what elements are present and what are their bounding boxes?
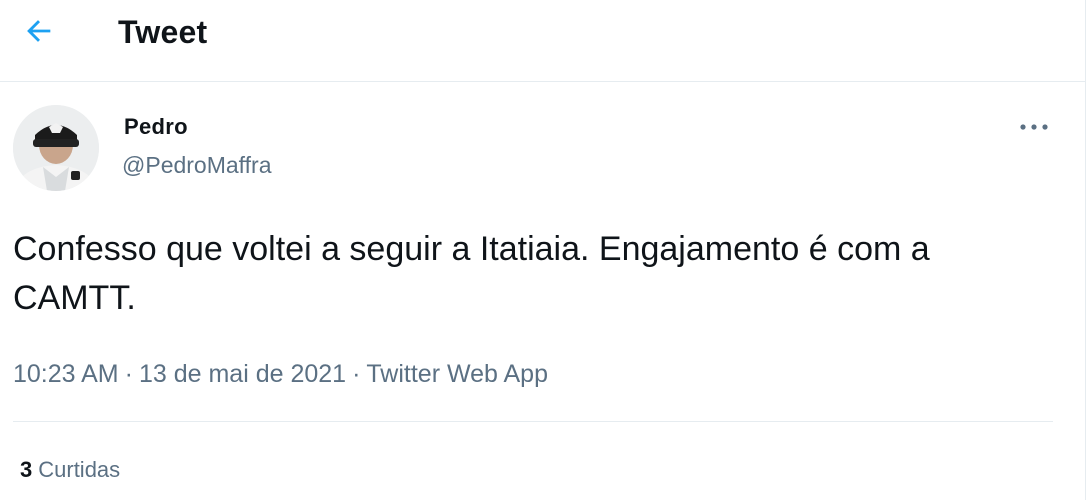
arrow-left-icon bbox=[22, 14, 56, 53]
tweet-date[interactable]: 13 de mai de 2021 bbox=[139, 360, 346, 388]
page-title: Tweet bbox=[118, 14, 208, 50]
more-options-button[interactable] bbox=[1014, 112, 1054, 142]
separator-dot: · bbox=[124, 360, 133, 388]
more-horizontal-icon bbox=[1019, 118, 1049, 136]
divider bbox=[13, 421, 1053, 422]
likes-count: 3 bbox=[20, 457, 33, 482]
tweet-source[interactable]: Twitter Web App bbox=[366, 360, 548, 388]
tweet-text: Confesso que voltei a seguir a Itatiaia.… bbox=[13, 230, 930, 317]
likes-label: Curtidas bbox=[38, 457, 121, 482]
avatar[interactable] bbox=[13, 105, 99, 191]
author-name[interactable]: Pedro bbox=[124, 114, 188, 140]
page-header: Tweet bbox=[0, 0, 1085, 82]
separator-dot: · bbox=[352, 360, 361, 388]
tweet-time[interactable]: 10:23 AM bbox=[13, 360, 119, 388]
tweet-metadata: 10:23 AM · 13 de mai de 2021 · Twitter Web A… bbox=[13, 359, 548, 389]
author-handle[interactable]: @PedroMaffra bbox=[122, 151, 272, 179]
back-button[interactable] bbox=[18, 12, 60, 54]
likes-stat[interactable]: 3 Curtidas bbox=[20, 456, 120, 484]
tweet-page: Tweet Pedro @PedroMaffra Confesso que vo… bbox=[0, 0, 1086, 500]
